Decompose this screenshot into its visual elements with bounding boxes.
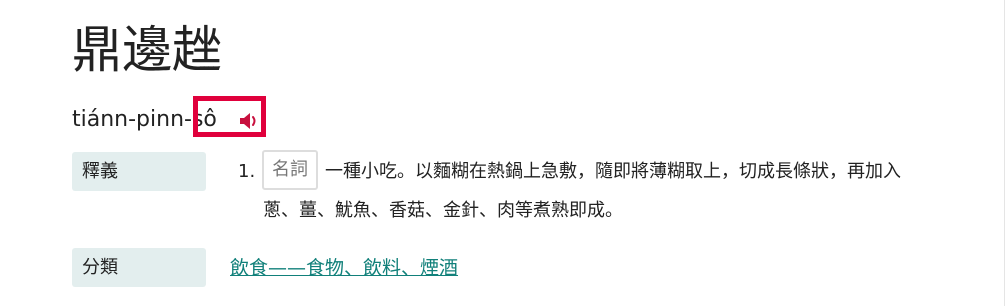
speaker-icon[interactable] <box>239 112 259 130</box>
part-of-speech-tag: 名詞 <box>262 150 318 190</box>
definition-number: 1. <box>238 161 256 182</box>
definition-text-line-2: 蔥、薑、魷魚、香菇、金針、肉等煮熟即成。 <box>263 200 623 221</box>
category-link[interactable]: 飲食——食物、飲料、煙酒 <box>230 253 458 283</box>
definition-text-line-1: 一種小吃。以麵糊在熱鍋上急敷，隨即將薄糊取上，切成長條狀，再加入 <box>325 161 901 182</box>
headword-title: 鼎邊趖 <box>72 21 222 79</box>
definition-label: 釋義 <box>72 152 206 191</box>
dictionary-entry-page: 鼎邊趖 tiánn-pinn-sô 釋義 1. 名詞 一種小吃。以麵糊在熱鍋上急… <box>0 0 1005 306</box>
category-label: 分類 <box>72 248 206 287</box>
